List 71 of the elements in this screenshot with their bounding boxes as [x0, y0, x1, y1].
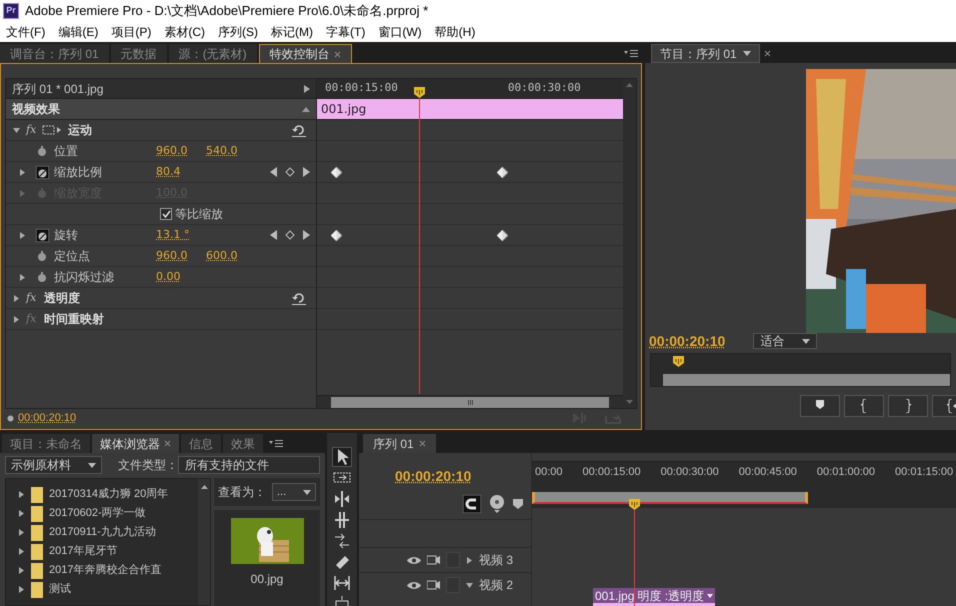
property-value[interactable]: 540.0 — [206, 142, 256, 160]
panel-tab[interactable]: 序列 01 — [363, 434, 436, 453]
ruler-label: 00:00:15:00 — [582, 465, 641, 480]
file-type-dropdown[interactable]: 所有支持的文件 — [178, 456, 320, 474]
menu-item[interactable]: 标记(M) — [271, 23, 313, 41]
timecode[interactable]: 00:00:20:10 — [649, 330, 726, 352]
timecode[interactable]: 00:00:20:10 — [18, 410, 76, 426]
property-value[interactable]: 0.00 — [156, 268, 206, 286]
field-label: 查看为： — [218, 484, 266, 501]
clip-bar: 001.jpg — [317, 99, 623, 120]
effect-label[interactable]: 明度 :透明度 — [637, 586, 704, 604]
menu-item[interactable]: 帮助(H) — [434, 23, 476, 41]
menu-item[interactable]: 项目(P) — [111, 23, 152, 41]
menu-item[interactable]: 序列(S) — [218, 23, 258, 41]
effect-name: 时间重映射 — [44, 311, 104, 328]
folder-name[interactable]: 2017年奔腾校企合作直 — [49, 562, 162, 579]
effect-toggle[interactable]: fx — [26, 290, 42, 306]
clip[interactable]: 001.jpg 明度 :透明度 — [593, 588, 715, 606]
menu-item[interactable]: 素材(C) — [164, 23, 205, 41]
ruler-label: 00:00:30:00 — [508, 80, 581, 96]
clip-name: 001.jpg — [595, 588, 634, 604]
ruler-label: 00:01:15:00 — [895, 465, 954, 480]
panel-tab[interactable]: 节目：序列 01 — [651, 44, 760, 63]
effect-name: 运动 — [68, 122, 92, 139]
panel-tab[interactable]: 源：(无素材) — [168, 44, 257, 63]
panel-tab[interactable]: 调音台：序列 01 — [0, 44, 109, 63]
property-value[interactable]: 600.0 — [206, 248, 256, 264]
view-dropdown[interactable]: ... — [272, 483, 316, 501]
panel-tab[interactable]: 效果 — [223, 434, 263, 453]
ruler-label: 00:00:45:00 — [738, 465, 797, 480]
folder-name[interactable]: 20170602-两学一做 — [49, 505, 146, 522]
folder-name[interactable]: 20170911-九九九活动 — [49, 524, 156, 541]
menu-item[interactable]: 字幕(T) — [326, 23, 366, 41]
track-name: 视频 3 — [479, 552, 514, 569]
section-title: 视频效果 — [12, 101, 60, 118]
menu-item[interactable]: 文件(F) — [6, 23, 46, 41]
property-name: 抗闪烁过滤 — [54, 269, 115, 286]
effect-name: 透明度 — [44, 290, 80, 307]
ruler-label: 00:01:00:00 — [816, 465, 876, 480]
panel-tab[interactable]: 信息 — [181, 434, 221, 453]
property-name: 位置 — [54, 143, 79, 160]
effect-toggle[interactable]: fx — [26, 122, 42, 138]
folder-name[interactable]: 20170314威力狮 20周年 — [49, 486, 168, 503]
panel-tab[interactable]: 特效控制台 — [258, 44, 352, 63]
property-name: 缩放比例 — [54, 164, 103, 181]
property-name: 旋转 — [54, 227, 79, 244]
clip-header: 序列 01 * 001.jpg — [12, 80, 104, 98]
menu-item[interactable]: 编辑(E) — [58, 23, 98, 41]
field-label: 文件类型： — [118, 457, 178, 474]
property-value[interactable]: 960.0 — [156, 142, 206, 160]
ruler-label: 00:00:15:00 — [325, 80, 398, 96]
panel-tab[interactable]: 媒体浏览器 — [92, 434, 179, 453]
property-value[interactable]: 80.4 — [156, 164, 206, 180]
timecode[interactable]: 00:00:20:10 — [395, 466, 472, 487]
panel-tab[interactable]: 元数据 — [110, 44, 167, 63]
property-name: 定位点 — [54, 248, 91, 265]
ruler-label: 00:00 — [535, 465, 563, 480]
menu-item[interactable]: 窗口(W) — [378, 23, 422, 41]
folder-name[interactable]: 2017年尾牙节 — [49, 543, 118, 560]
file-name: 00.jpg — [250, 571, 284, 588]
zoom-dropdown[interactable]: 适合 — [753, 333, 818, 349]
property-value[interactable]: 13.1 ° — [156, 226, 206, 244]
source-dropdown[interactable]: 示例原材料 — [5, 456, 102, 474]
property-value[interactable]: 960.0 — [156, 248, 206, 264]
ruler-label: 00:00:30:00 — [660, 465, 719, 480]
checkbox-label: 等比缩放 — [175, 206, 223, 223]
window-title: Adobe Premiere Pro - D:\文档\Adobe\Premiere Pro\6.0\未命名.prproj * — [25, 2, 428, 20]
app-logo: Pr — [3, 3, 19, 19]
folder-name[interactable]: 测试 — [49, 581, 71, 598]
track-name: 视频 2 — [479, 577, 514, 594]
panel-tab[interactable]: 项目：未命名 — [2, 434, 90, 453]
